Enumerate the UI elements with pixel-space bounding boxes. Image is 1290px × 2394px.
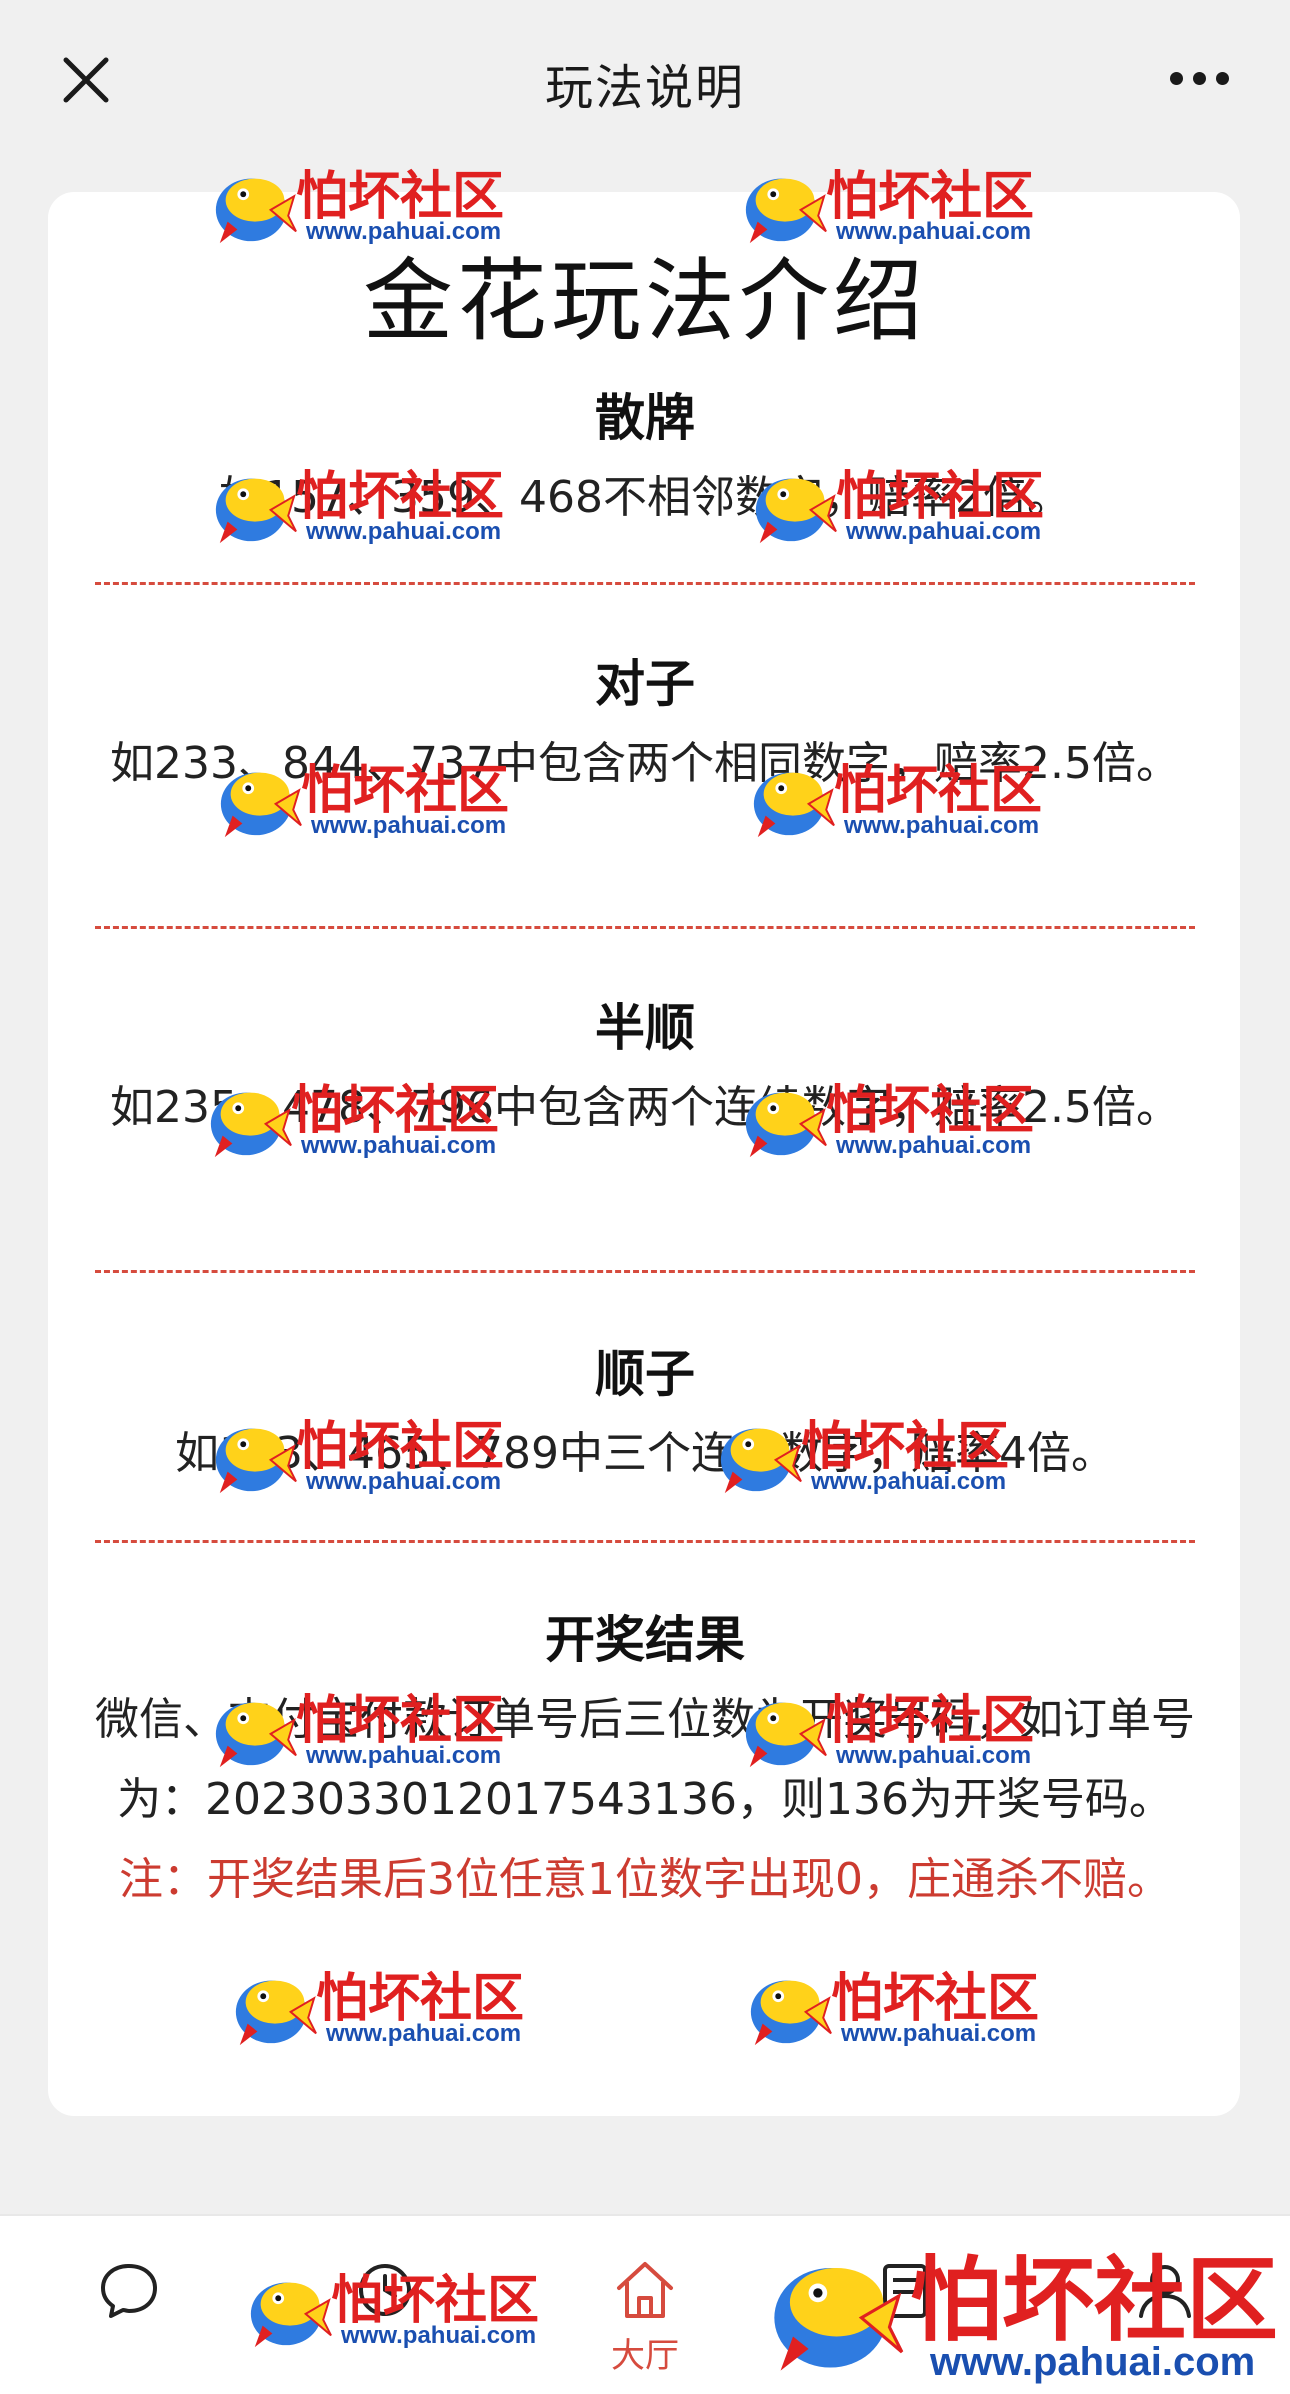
section-body: 如233、844、737中包含两个相同数字，赔率2.5倍。 [110,738,1180,789]
section-heading: 散牌 [595,389,695,447]
dashed-divider [95,1540,1195,1543]
section-banshun: 半顺 如235、478、796中包含两个连续数字，赔率2.5倍。 [95,988,1195,1148]
dashed-divider [95,582,1195,585]
section-heading: 顺子 [595,1345,695,1403]
more-dots-icon [1170,71,1183,85]
section-heading: 开奖结果 [545,1611,745,1669]
tab-history[interactable] [330,2256,440,2366]
tab-chat[interactable] [74,2256,184,2366]
chat-icon [101,2264,157,2318]
page-title: 玩法说明 [544,60,745,116]
section-body: 微信、支付宝付款订单号后三位数为开奖号码，如订单号为：2023033012017… [95,1694,1195,1825]
top-nav-bar: 玩法说明 [0,0,1290,160]
section-heading: 半顺 [595,999,695,1057]
more-options-button[interactable] [1170,60,1236,96]
section-heading: 对子 [595,655,695,713]
clock-icon [359,2264,411,2316]
warning-note: 注：开奖结果后3位任意1位数字出现0，庄通杀不赔。 [119,1854,1171,1905]
section-body: 如235、478、796中包含两个连续数字，赔率2.5倍。 [110,1082,1180,1133]
fish-logo-icon [760,2240,910,2380]
section-duizi: 对子 如233、844、737中包含两个相同数字，赔率2.5倍。 [95,644,1195,804]
section-sanpai: 散牌 如157、359、468不相邻数字，赔率2倍。 [95,378,1195,538]
tab-lobby-label: 大厅 [611,2336,679,2376]
section-lottery-result: 开奖结果 微信、支付宝付款订单号后三位数为开奖号码，如订单号为：20230330… [95,1600,1195,1920]
section-body: 如157、359、468不相邻数字，赔率2倍。 [219,472,1071,523]
home-icon [617,2262,673,2318]
section-body: 如123、465、789中三个连续数字，赔率4倍。 [175,1428,1115,1479]
tab-lobby[interactable]: 大厅 [590,2256,700,2376]
rules-title: 金花玩法介绍 [363,249,927,354]
watermark-logo-large: 怕坏社区 www.pahuai.com [760,2236,1290,2386]
dashed-divider [95,926,1195,929]
dashed-divider [95,1270,1195,1273]
section-shunzi: 顺子 如123、465、789中三个连续数字，赔率4倍。 [95,1334,1195,1494]
